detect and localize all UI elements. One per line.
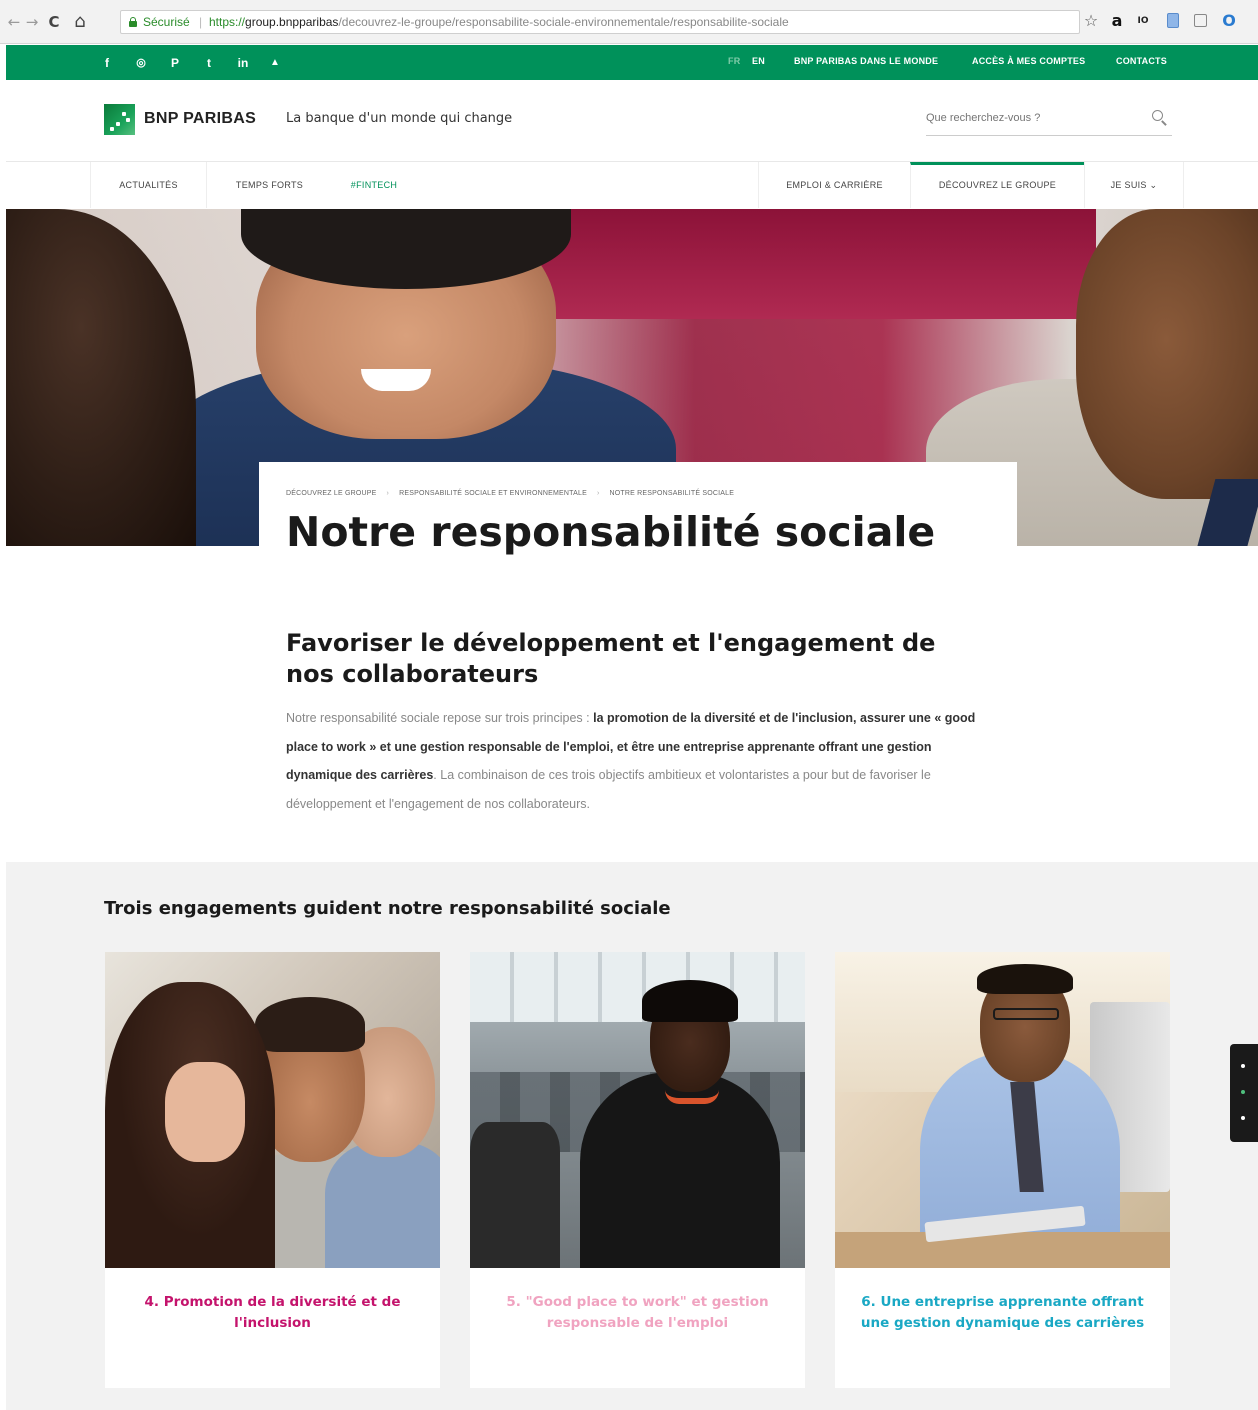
logo-text[interactable]: BNP PARIBAS — [144, 110, 256, 128]
engagements-title: Trois engagements guident notre responsa… — [104, 898, 671, 919]
title-card: DÉCOUVREZ LE GROUPE › RESPONSABILITÉ SOCIA… — [259, 462, 1017, 572]
contacts-link[interactable]: CONTACTS — [1116, 56, 1167, 66]
breadcrumb: DÉCOUVREZ LE GROUPE › RESPONSABILITÉ SOCIA… — [286, 490, 735, 497]
browser-toolbar: ← → C ⌂ Sécurisé | https://group.bnppari… — [0, 0, 1258, 44]
pagination-dot[interactable] — [1241, 1064, 1245, 1068]
world-link[interactable]: BNP PARIBAS DANS LE MONDE — [794, 56, 938, 66]
bookmark-star-icon[interactable]: ☆ — [1082, 12, 1100, 30]
save-extension-icon[interactable] — [1192, 12, 1210, 30]
card-caption[interactable]: 4. Promotion de la diversité et de l'inc… — [125, 1292, 420, 1334]
secure-label: Sécurisé — [143, 15, 190, 29]
engagement-card-learning[interactable]: 6. Une entreprise apprenante offrant une… — [835, 952, 1170, 1388]
accounts-link[interactable]: ACCÈS À MES COMPTES — [972, 56, 1085, 66]
breadcrumb-item[interactable]: RESPONSABILITÉ SOCIALE ET ENVIRONNEMENTA… — [399, 490, 587, 497]
section-title: Favoriser le développement et l'engageme… — [286, 629, 936, 688]
card-caption[interactable]: 6. Une entreprise apprenante offrant une… — [855, 1292, 1150, 1334]
opera-extension-icon[interactable]: O — [1220, 12, 1238, 30]
instagram-icon[interactable]: ◎ — [132, 54, 150, 72]
side-pagination-widget[interactable] — [1230, 1044, 1258, 1142]
engagement-card-good-place[interactable]: 5. "Good place to work" et gestion respo… — [470, 952, 805, 1388]
nav-item-je-suis[interactable]: JE SUIS ⌄ — [1084, 162, 1184, 208]
nav-item-emploi[interactable]: EMPLOI & CARRIÈRE — [758, 162, 910, 208]
breadcrumb-current: NOTRE RESPONSABILITÉ SOCIALE — [609, 490, 735, 497]
pagination-dot[interactable] — [1241, 1116, 1245, 1120]
pagination-dot-active[interactable] — [1241, 1090, 1245, 1094]
intro-paragraph: Notre responsabilité sociale repose sur … — [286, 711, 976, 811]
linkedin-icon[interactable]: in — [234, 54, 252, 72]
breadcrumb-item[interactable]: DÉCOUVREZ LE GROUPE — [286, 490, 377, 497]
url-text: https://group.bnpparibas/decouvrez-le-gr… — [209, 15, 789, 29]
main-navigation: ACTUALITÉS TEMPS FORTS #FINTECH EMPLOI &… — [6, 162, 1258, 208]
tagline: La banque d'un monde qui change — [286, 111, 513, 126]
engagement-card-diversity[interactable]: 4. Promotion de la diversité et de l'inc… — [105, 952, 440, 1388]
bnp-logo-icon[interactable] — [104, 104, 135, 135]
reload-icon[interactable]: C — [46, 14, 62, 30]
twitter-icon[interactable]: t — [200, 54, 218, 72]
site-header: BNP PARIBAS La banque d'un monde qui cha… — [6, 80, 1258, 162]
youtube-icon[interactable]: ▲ — [266, 54, 284, 72]
document-extension-icon[interactable] — [1164, 12, 1182, 30]
lock-icon — [129, 17, 137, 27]
card-caption[interactable]: 5. "Good place to work" et gestion respo… — [490, 1292, 785, 1334]
nav-item-fintech[interactable]: #FINTECH — [332, 162, 416, 208]
search-icon[interactable] — [1152, 110, 1168, 126]
facebook-icon[interactable]: f — [98, 54, 116, 72]
top-utility-bar: f ◎ P t in ▲ FR EN BNP PARIBAS DANS LE M… — [6, 45, 1258, 80]
page-title: Notre responsabilité sociale — [286, 508, 936, 556]
card-photo[interactable] — [835, 952, 1170, 1268]
nav-item-actualites[interactable]: ACTUALITÉS — [90, 162, 206, 208]
card-photo[interactable] — [470, 952, 805, 1268]
nav-item-decouvrez[interactable]: DÉCOUVREZ LE GROUPE — [910, 162, 1084, 208]
pinterest-icon[interactable]: P — [166, 54, 184, 72]
back-icon[interactable]: ← — [6, 14, 22, 30]
nav-item-temps-forts[interactable]: TEMPS FORTS — [206, 162, 332, 208]
address-bar[interactable]: Sécurisé | https://group.bnpparibas/deco… — [120, 10, 1080, 34]
forward-icon[interactable]: → — [24, 14, 40, 30]
lang-fr-link[interactable]: FR — [728, 56, 740, 66]
lang-en-link[interactable]: EN — [752, 56, 765, 66]
search-box — [926, 108, 1172, 136]
card-photo[interactable] — [105, 952, 440, 1268]
home-icon[interactable]: ⌂ — [72, 13, 88, 31]
extension-icon[interactable]: IO — [1134, 12, 1152, 30]
amazon-extension-icon[interactable]: a — [1108, 12, 1126, 30]
address-separator: | — [199, 15, 203, 29]
search-input[interactable] — [926, 112, 1136, 124]
